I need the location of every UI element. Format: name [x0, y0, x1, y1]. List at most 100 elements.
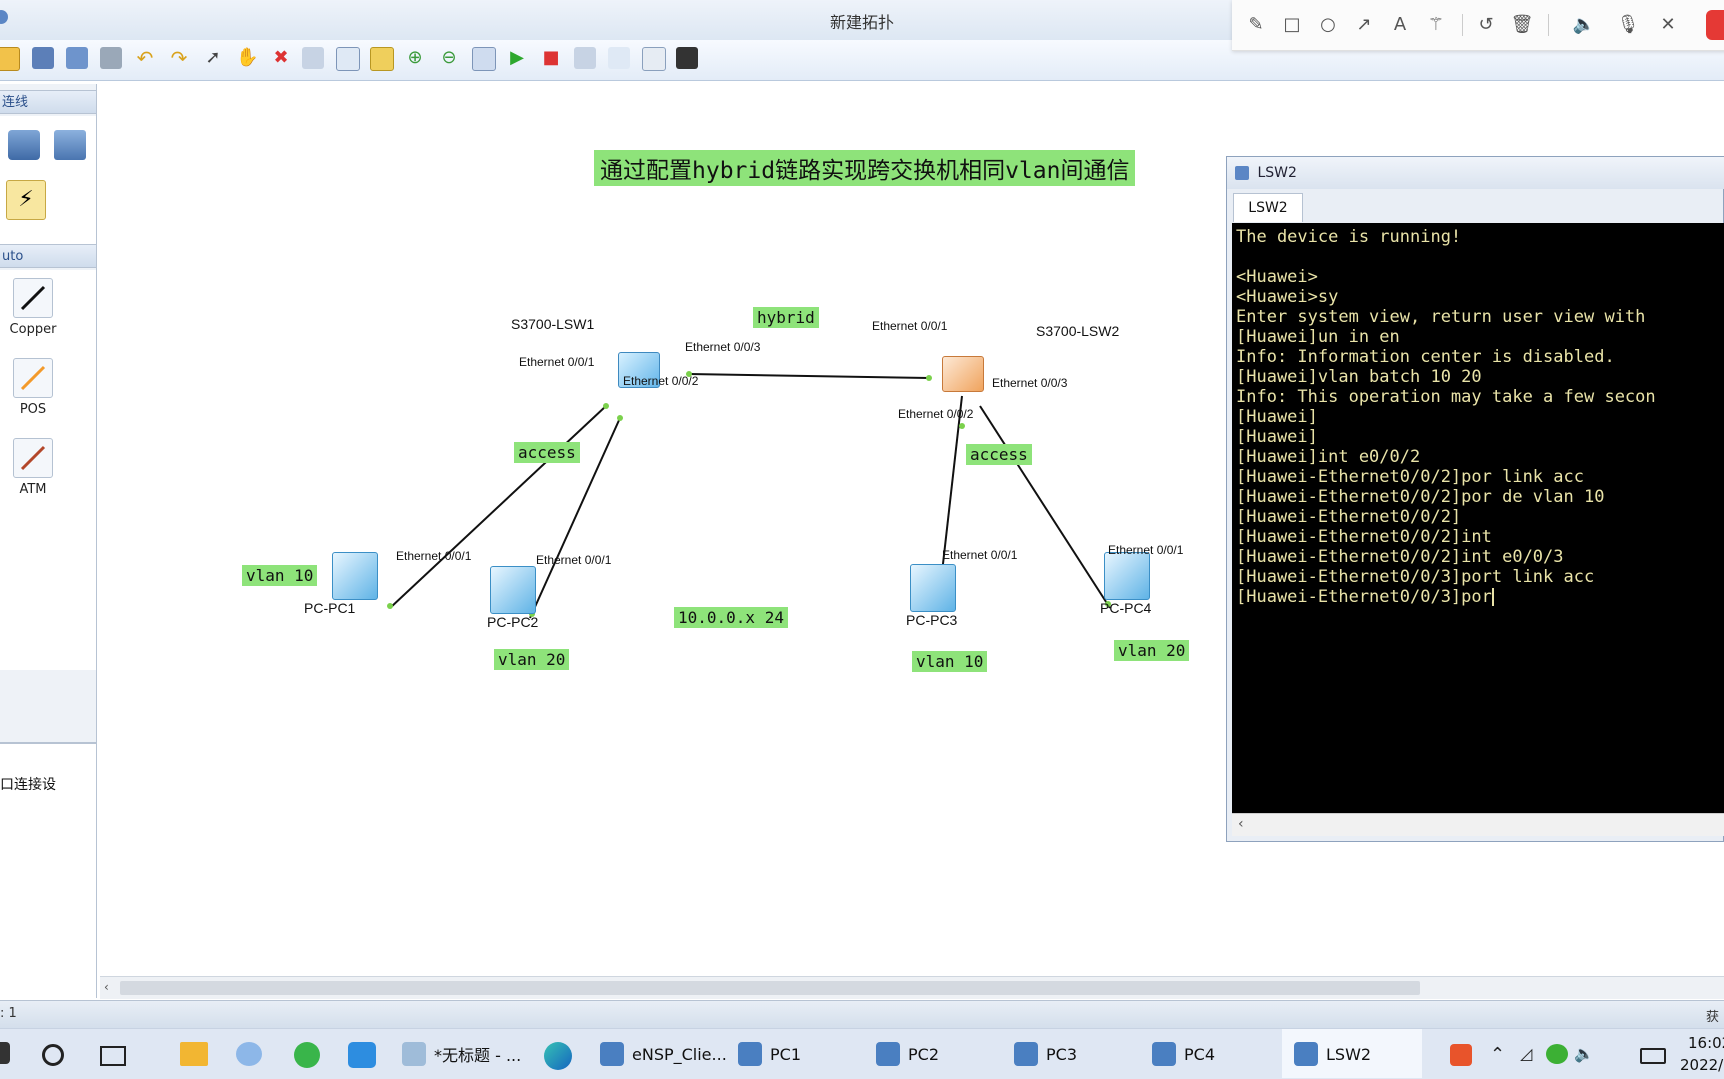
- taskbar-label: *无标题 - ...: [434, 1046, 522, 1065]
- pc3-icon[interactable]: [910, 564, 956, 612]
- canvas-horizontal-scrollbar[interactable]: ‹: [100, 976, 1724, 999]
- undo-annotation-icon[interactable]: ↺: [1474, 12, 1498, 36]
- start-device-icon[interactable]: ▶: [506, 47, 528, 69]
- text-comment-icon[interactable]: [336, 47, 360, 71]
- wechat-icon[interactable]: [1546, 1044, 1568, 1064]
- search-icon[interactable]: [42, 1044, 64, 1066]
- magic-wand-icon[interactable]: ⚚: [1424, 12, 1448, 36]
- atm-cable-icon[interactable]: [13, 438, 53, 478]
- label-hybrid[interactable]: hybrid: [753, 307, 819, 328]
- arrow-tool-icon[interactable]: ↗: [1352, 12, 1376, 36]
- new-topology-icon[interactable]: [0, 47, 20, 71]
- scroll-left-icon[interactable]: ‹: [104, 980, 109, 994]
- capture-icon[interactable]: [574, 47, 596, 69]
- wireless-device-icon[interactable]: [8, 130, 40, 160]
- taskbar-item-ensp[interactable]: eNSP_Clie...: [600, 1034, 727, 1074]
- label-vlan-pc2[interactable]: vlan 20: [494, 649, 570, 670]
- redo-icon[interactable]: ↷: [168, 47, 190, 69]
- pen-icon[interactable]: ✎: [1244, 12, 1268, 36]
- select-pointer-icon[interactable]: ➚: [202, 47, 224, 69]
- pc4-icon[interactable]: [1104, 552, 1150, 600]
- port-label-lsw2-e001: Ethernet 0/0/1: [872, 319, 948, 333]
- file-explorer-icon[interactable]: [180, 1042, 208, 1066]
- edge-browser-icon[interactable]: [544, 1042, 572, 1070]
- terminal-line: Enter system view, return user view with: [1236, 307, 1646, 327]
- rectangle-icon[interactable]: [370, 47, 394, 71]
- notepad-icon: [402, 1042, 426, 1066]
- pc2-icon[interactable]: [490, 566, 536, 614]
- scroll-left-icon[interactable]: ‹: [1238, 816, 1244, 832]
- panel-header-links: 连线: [0, 90, 96, 114]
- delete-icon[interactable]: ✖: [270, 47, 292, 69]
- fit-view-icon[interactable]: [472, 47, 496, 71]
- sogou-ime-icon[interactable]: [1450, 1044, 1472, 1066]
- browser-green-icon[interactable]: [294, 1042, 320, 1068]
- terminal-title-bar[interactable]: LSW2: [1227, 157, 1724, 189]
- record-button[interactable]: [1706, 10, 1724, 40]
- battery-icon[interactable]: [1640, 1048, 1666, 1064]
- taskbar-item-pc2[interactable]: PC2: [876, 1034, 939, 1074]
- delete-all-links-icon[interactable]: [302, 47, 324, 69]
- terminal-tab[interactable]: LSW2: [1233, 193, 1303, 222]
- port-label-lsw1-e001: Ethernet 0/0/1: [519, 355, 595, 369]
- pos-cable-icon[interactable]: [13, 358, 53, 398]
- terminal-line: [Huawei-Ethernet0/0/3]port link acc: [1236, 567, 1595, 587]
- terminal-line: Info: This operation may take a few seco…: [1236, 387, 1656, 407]
- terminal-line: [Huawei]int e0/0/2: [1236, 447, 1421, 467]
- label-subnet[interactable]: 10.0.0.x 24: [674, 607, 788, 628]
- save-icon[interactable]: [32, 47, 54, 69]
- auto-link-icon[interactable]: ⚡: [6, 180, 46, 220]
- stop-device-icon[interactable]: ■: [540, 47, 562, 69]
- microphone-icon[interactable]: 🎙: [1616, 12, 1640, 36]
- taskbar-item-notepad[interactable]: *无标题 - ...: [402, 1034, 521, 1074]
- task-view-icon[interactable]: [100, 1046, 126, 1066]
- taskbar-item-pc4[interactable]: PC4: [1152, 1034, 1215, 1074]
- pan-hand-icon[interactable]: ✋: [236, 47, 258, 69]
- pc1-icon[interactable]: [332, 552, 378, 600]
- description-text: 口连接设: [0, 777, 56, 793]
- volume-icon[interactable]: 🔈: [1574, 1044, 1594, 1063]
- rectangle-tool-icon[interactable]: □: [1280, 12, 1304, 36]
- save-as-icon[interactable]: [66, 47, 88, 69]
- speaker-icon[interactable]: 🔈: [1572, 12, 1596, 36]
- topology-banner[interactable]: 通过配置hybrid链路实现跨交换机相同vlan间通信: [594, 150, 1136, 186]
- circle-tool-icon[interactable]: ○: [1316, 12, 1340, 36]
- undo-icon[interactable]: ↶: [134, 47, 156, 69]
- taskbar-label: PC2: [908, 1044, 939, 1064]
- taskbar-item-pc1[interactable]: PC1: [738, 1034, 801, 1074]
- port-dot: [603, 403, 609, 409]
- print-icon[interactable]: [100, 47, 122, 69]
- scroll-thumb[interactable]: [120, 981, 1420, 995]
- taskbar-item-lsw2[interactable]: LSW2: [1294, 1034, 1371, 1074]
- terminal-line: The device is running!: [1236, 227, 1462, 247]
- clock-date[interactable]: 2022/: [1680, 1056, 1723, 1074]
- port-dot: [617, 415, 623, 421]
- device-grid-icon[interactable]: [54, 130, 86, 160]
- network-icon[interactable]: ◿: [1520, 1044, 1532, 1063]
- label-access-right[interactable]: access: [966, 444, 1032, 465]
- close-annotation-icon[interactable]: ✕: [1656, 12, 1680, 36]
- copper-cable-icon[interactable]: [13, 278, 53, 318]
- terminal-horizontal-scrollbar[interactable]: ‹: [1232, 813, 1724, 836]
- clock-time[interactable]: 16:02: [1688, 1034, 1724, 1052]
- zoom-out-icon[interactable]: ⊖: [438, 47, 460, 69]
- tray-expand-icon[interactable]: ⌃: [1490, 1044, 1505, 1065]
- dictionary-icon[interactable]: [348, 1042, 376, 1068]
- label-vlan-pc4[interactable]: vlan 20: [1114, 640, 1190, 661]
- taskbar-item-pc3[interactable]: PC3: [1014, 1034, 1077, 1074]
- trash-icon[interactable]: 🗑: [1510, 12, 1534, 36]
- start-button[interactable]: [0, 1042, 10, 1064]
- text-tool-icon[interactable]: A: [1388, 12, 1412, 36]
- device-name-pc2: PC-PC2: [487, 614, 539, 630]
- topology-icon[interactable]: [608, 47, 630, 69]
- label-vlan-pc1[interactable]: vlan 10: [242, 565, 318, 586]
- label-vlan-pc3[interactable]: vlan 10: [912, 651, 988, 672]
- switch-lsw2-icon[interactable]: [942, 356, 984, 392]
- terminal-console[interactable]: The device is running! <Huawei> <Huawei>sy…: [1232, 223, 1724, 813]
- terminal-window: LSW2 LSW2 The device is running! <Huawei>…: [1226, 156, 1724, 842]
- label-access-left[interactable]: access: [514, 442, 580, 463]
- zoom-in-icon[interactable]: ⊕: [404, 47, 426, 69]
- screenshot-icon[interactable]: [676, 47, 698, 69]
- paint-app-icon[interactable]: [236, 1042, 262, 1066]
- grid-icon[interactable]: [642, 47, 666, 71]
